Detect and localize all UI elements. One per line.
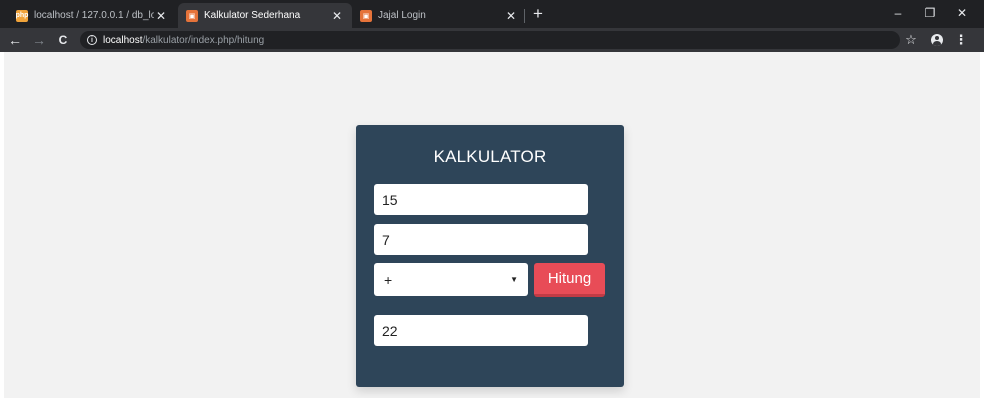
result-field[interactable]	[374, 315, 588, 346]
new-tab-button[interactable]: +	[528, 4, 548, 24]
back-button[interactable]: ←	[6, 31, 24, 49]
calculator-card: KALKULATOR + ▼ Hitung	[356, 125, 624, 387]
window-bottom-edge	[0, 398, 984, 413]
minimize-button[interactable]: –	[882, 2, 914, 24]
address-bar[interactable]: i localhost/kalkulator/index.php/hitung	[80, 31, 900, 49]
tab-phpmyadmin[interactable]: php localhost / 127.0.0.1 / db_login / ✕	[8, 3, 176, 28]
bookmark-star-icon[interactable]: ☆	[902, 31, 920, 49]
browser-tab-strip: php localhost / 127.0.0.1 / db_login / ✕…	[0, 0, 984, 28]
hitung-button[interactable]: Hitung	[534, 263, 605, 297]
number-1-input[interactable]	[374, 184, 588, 215]
url-host: localhost	[103, 34, 143, 46]
tab-jajal-login[interactable]: ▣ Jajal Login ✕	[352, 3, 526, 28]
tab-close-icon[interactable]: ✕	[504, 9, 518, 23]
calculator-title: KALKULATOR	[433, 147, 547, 166]
tab-title: localhost / 127.0.0.1 / db_login /	[34, 10, 154, 21]
tab-close-icon[interactable]: ✕	[154, 9, 168, 23]
avatar-icon	[931, 34, 943, 46]
menu-button[interactable]: ⋮	[952, 31, 970, 49]
operator-value: +	[384, 271, 393, 288]
operator-select[interactable]: + ▼	[374, 263, 528, 296]
forward-button[interactable]: →	[30, 31, 48, 49]
number-2-input[interactable]	[374, 224, 588, 255]
tab-kalkulator[interactable]: ▣ Kalkulator Sederhana ✕	[178, 3, 352, 28]
tab-separator	[524, 9, 525, 23]
info-icon[interactable]: i	[87, 35, 97, 45]
browser-toolbar: ← → C i localhost/kalkulator/index.php/h…	[0, 28, 984, 52]
url-path: /kalkulator/index.php/hitung	[142, 34, 265, 46]
page-viewport: KALKULATOR + ▼ Hitung	[4, 52, 980, 398]
reload-button[interactable]: C	[54, 31, 72, 49]
tab-close-icon[interactable]: ✕	[330, 9, 344, 23]
phpmyadmin-icon: php	[16, 9, 28, 22]
profile-button[interactable]	[928, 31, 946, 49]
tab-title: Jajal Login	[378, 10, 426, 21]
page-icon: ▣	[360, 9, 372, 22]
close-window-button[interactable]: ✕	[946, 2, 978, 24]
dropdown-arrow-icon: ▼	[510, 275, 518, 284]
page-icon: ▣	[186, 9, 198, 22]
restore-button[interactable]: ❐	[914, 2, 946, 24]
tab-title: Kalkulator Sederhana	[204, 10, 301, 21]
